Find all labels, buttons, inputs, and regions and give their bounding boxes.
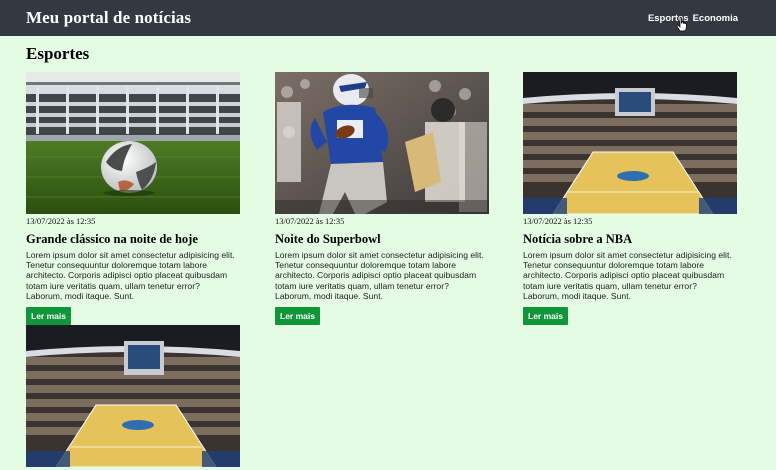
nav-link-economia[interactable]: Economia bbox=[693, 13, 738, 24]
site-brand[interactable]: Meu portal de notícias bbox=[26, 8, 191, 28]
top-navbar: Meu portal de notícias Esportes Economia bbox=[0, 0, 776, 36]
article-date: 13/07/2022 às 12:35 bbox=[275, 216, 345, 226]
read-more-button[interactable]: Ler mais bbox=[523, 307, 568, 326]
soccer-ball-stadium-image bbox=[26, 72, 240, 214]
article-title: Notícia sobre a NBA bbox=[523, 232, 633, 246]
read-more-button[interactable]: Ler mais bbox=[26, 307, 71, 326]
main-nav: Esportes Economia bbox=[648, 13, 738, 31]
article-title: Grande clássico na noite de hoje bbox=[26, 232, 198, 246]
basketball-arena-image bbox=[26, 325, 240, 467]
news-card: 13/07/2022 às 12:35 Notícia sobre a NBA … bbox=[523, 72, 737, 326]
article-date: 13/07/2022 às 12:35 bbox=[26, 216, 96, 226]
news-card: 13/07/2022 às 12:35 Noite do Superbowl L… bbox=[275, 72, 489, 326]
american-football-player-image bbox=[275, 72, 489, 214]
section-title: Esportes bbox=[26, 44, 90, 63]
article-excerpt: Lorem ipsum dolor sit amet consectetur a… bbox=[26, 250, 235, 301]
read-more-button[interactable]: Ler mais bbox=[275, 307, 320, 326]
basketball-arena-image bbox=[523, 72, 737, 214]
article-excerpt: Lorem ipsum dolor sit amet consectetur a… bbox=[523, 250, 732, 301]
news-card: 13/07/2022 às 12:35 Grande clássico na n… bbox=[26, 72, 240, 326]
hand-cursor-icon bbox=[676, 16, 687, 31]
article-date: 13/07/2022 às 12:35 bbox=[523, 216, 593, 226]
article-excerpt: Lorem ipsum dolor sit amet consectetur a… bbox=[275, 250, 484, 301]
article-title: Noite do Superbowl bbox=[275, 232, 381, 246]
news-card bbox=[26, 325, 240, 467]
